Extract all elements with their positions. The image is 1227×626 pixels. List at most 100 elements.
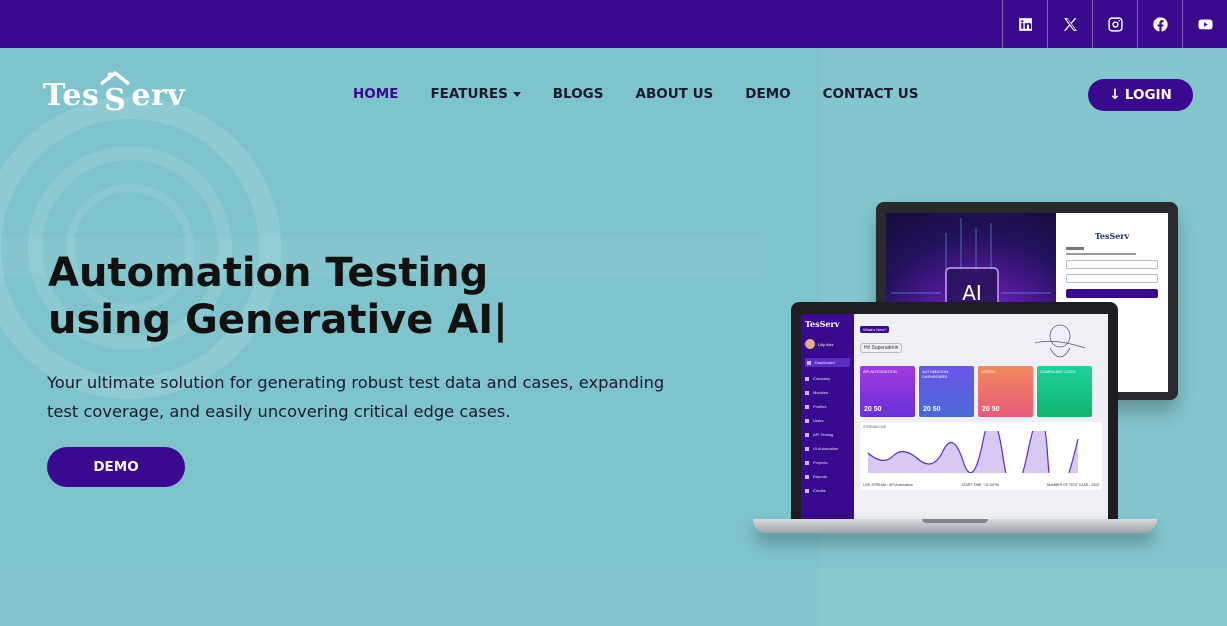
sidebar-item-icon bbox=[805, 432, 809, 437]
x-icon bbox=[1063, 17, 1077, 31]
demo-button[interactable]: DEMO bbox=[47, 447, 185, 487]
instagram-link[interactable] bbox=[1092, 0, 1137, 48]
dashboard-card-value-b: 50 bbox=[873, 406, 882, 413]
login-label: LOGIN bbox=[1124, 87, 1172, 103]
sidebar-item-label: Reports bbox=[813, 474, 828, 479]
caret-down-icon bbox=[512, 91, 521, 97]
dashboard-sidebar-item: UI Automation bbox=[805, 446, 850, 451]
nav-features-label: FEATURES bbox=[430, 86, 508, 102]
youtube-icon bbox=[1197, 19, 1213, 29]
x-link[interactable] bbox=[1047, 0, 1092, 48]
sidebar-item-icon bbox=[805, 390, 809, 395]
monitor-login-title bbox=[1066, 247, 1084, 250]
linkedin-icon bbox=[1018, 17, 1032, 31]
sidebar-item-icon bbox=[805, 460, 809, 465]
dashboard-sidebar-item: Reports bbox=[805, 474, 850, 479]
sidebar-item-icon bbox=[805, 474, 809, 479]
youtube-link[interactable] bbox=[1182, 0, 1227, 48]
monitor-logo: TesServ bbox=[1094, 231, 1130, 241]
dashboard-sidebar-item: Company bbox=[805, 376, 850, 381]
stream-footer: LIVE STREAM : API Automation START TIME … bbox=[863, 483, 1099, 487]
facebook-icon bbox=[1152, 16, 1168, 32]
dashboard-card-title: API AUTOMATION bbox=[863, 369, 897, 374]
dashboard-sidebar-item: Credits bbox=[805, 488, 850, 493]
dashboard-sidebar-item: API Testing bbox=[805, 432, 850, 437]
sidebar-item-icon bbox=[805, 446, 809, 451]
sidebar-item-label: API Testing bbox=[813, 432, 834, 437]
dashboard-sidebar-items: Dashboard Company Modules Profiles Users API … bbox=[805, 358, 850, 493]
robot-illustration bbox=[1034, 324, 1086, 358]
sidebar-item-icon bbox=[805, 418, 809, 423]
monitor-login-button bbox=[1066, 289, 1158, 298]
dashboard-sidebar: TesServ Lilly Alex Dashboard Company Modul… bbox=[801, 314, 854, 524]
sidebar-item-label: Company bbox=[813, 376, 831, 381]
nav-features[interactable]: FEATURES bbox=[430, 86, 521, 102]
dashboard-sidebar-item: Projects bbox=[805, 460, 850, 465]
dashboard-greeting: Hi! Superadmin bbox=[860, 343, 903, 353]
tesserv-logo[interactable]: Tes S erv bbox=[43, 64, 205, 118]
sidebar-item-label: UI Automation bbox=[813, 446, 839, 451]
svg-text:S: S bbox=[105, 83, 127, 114]
stream-footer-mid: START TIME : 01:20PM bbox=[961, 483, 999, 487]
dashboard-card-values: 20 50 bbox=[864, 406, 882, 413]
sidebar-item-icon bbox=[805, 404, 809, 409]
hero-title: Automation Testing using Generative AI| bbox=[48, 250, 608, 344]
nav-contact-us[interactable]: CONTACT US bbox=[823, 86, 919, 102]
dashboard-logo: TesServ bbox=[805, 319, 840, 329]
dashboard-card-value-b: 50 bbox=[932, 406, 941, 413]
dashboard-user-name: Lilly Alex bbox=[818, 341, 834, 347]
monitor-login-hint bbox=[1066, 253, 1136, 255]
social-links bbox=[1002, 0, 1227, 48]
stream-chart-line bbox=[867, 431, 1079, 473]
nav-about-us[interactable]: ABOUT US bbox=[636, 86, 714, 102]
dashboard-card: USERS 20 50 bbox=[978, 366, 1033, 417]
login-button[interactable]: ↓ LOGIN bbox=[1088, 79, 1193, 111]
hero-subtitle: Your ultimate solution for generating ro… bbox=[47, 373, 665, 421]
monitor-password-field bbox=[1066, 274, 1158, 283]
sidebar-item-label: Projects bbox=[813, 460, 828, 465]
dashboard-card: AUTOMATION DASHBOARD 20 50 bbox=[919, 366, 974, 417]
sidebar-item-label: Credits bbox=[813, 488, 826, 493]
stream-label: STREAM LIVE bbox=[863, 425, 887, 429]
laptop-screen: TesServ Lilly Alex Dashboard Company Modul… bbox=[801, 314, 1108, 524]
laptop-mockup: TesServ Lilly Alex Dashboard Company Modul… bbox=[791, 302, 1118, 524]
dashboard-card-title: COMPLIANT LOGS bbox=[1040, 369, 1076, 374]
dashboard-card-value-a: 20 bbox=[982, 406, 990, 413]
facebook-link[interactable] bbox=[1137, 0, 1182, 48]
whats-new-chip: What's New? bbox=[860, 326, 890, 333]
dashboard-sidebar-item: Profiles bbox=[805, 404, 850, 409]
dashboard-card-values: 20 50 bbox=[982, 406, 1000, 413]
dashboard-card-value-a: 20 bbox=[864, 406, 872, 413]
logo-house-s-icon: S bbox=[99, 70, 131, 118]
dashboard-card-values: 20 50 bbox=[923, 406, 941, 413]
dashboard-card-value-b: 50 bbox=[991, 406, 1000, 413]
dashboard-card-title: AUTOMATION DASHBOARD bbox=[922, 369, 949, 379]
sidebar-item-label: Dashboard bbox=[815, 360, 835, 365]
hero-title-line-1: Automation Testing bbox=[48, 250, 489, 296]
top-social-bar bbox=[0, 0, 1227, 48]
sidebar-item-icon bbox=[807, 360, 811, 365]
nav-blogs[interactable]: BLOGS bbox=[553, 86, 604, 102]
sidebar-item-label: Modules bbox=[813, 390, 829, 395]
stream-footer-left: LIVE STREAM : API Automation bbox=[863, 483, 913, 487]
monitor-email-field bbox=[1066, 260, 1158, 269]
instagram-icon bbox=[1107, 16, 1123, 32]
avatar bbox=[805, 339, 815, 349]
main-nav: HOME FEATURES BLOGS ABOUT US DEMO CONTAC… bbox=[353, 86, 950, 102]
nav-demo[interactable]: DEMO bbox=[745, 86, 790, 102]
nav-home[interactable]: HOME bbox=[353, 86, 398, 102]
arrow-down-icon: ↓ bbox=[1109, 87, 1121, 103]
dashboard-card: API AUTOMATION 20 50 bbox=[860, 366, 915, 417]
linkedin-link[interactable] bbox=[1002, 0, 1047, 48]
dashboard-main: What's New? Hi! Superadmin API AUTOMATIO… bbox=[854, 314, 1108, 524]
dashboard-sidebar-item: Users bbox=[805, 418, 850, 423]
dashboard-sidebar-item: Modules bbox=[805, 390, 850, 395]
laptop-notch bbox=[922, 519, 988, 523]
dashboard-cards: API AUTOMATION 20 50 AUTOMATION DASHBOARD 2… bbox=[860, 366, 1102, 417]
dashboard-card-value-a: 20 bbox=[923, 406, 931, 413]
dashboard-card: COMPLIANT LOGS bbox=[1037, 366, 1092, 417]
dashboard-sidebar-item: Dashboard bbox=[805, 358, 850, 367]
logo-text-left: Tes bbox=[43, 78, 100, 113]
sidebar-item-icon bbox=[805, 488, 809, 493]
sidebar-item-icon bbox=[805, 376, 809, 381]
